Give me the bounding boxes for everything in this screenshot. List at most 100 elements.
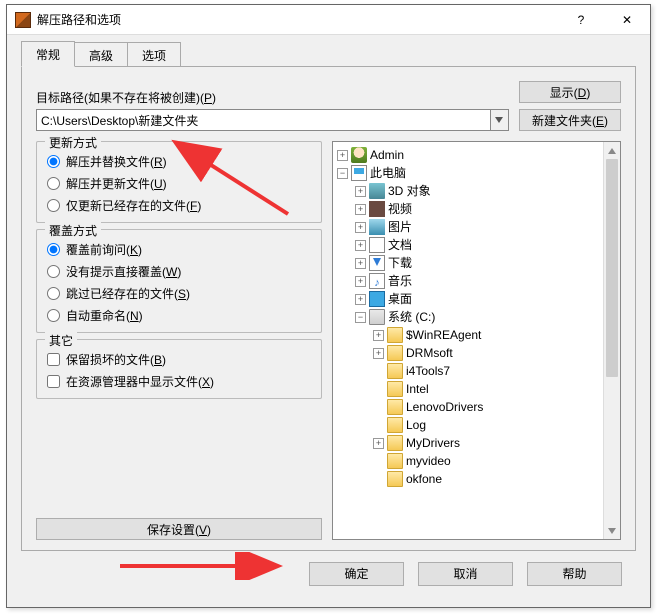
expand-icon[interactable]: + bbox=[337, 150, 348, 161]
label-extract-replace: 解压并替换文件(R) bbox=[66, 153, 167, 170]
tree-item[interactable]: 3D 对象 bbox=[388, 182, 431, 200]
pictures-icon bbox=[369, 219, 385, 235]
tree-item[interactable]: 桌面 bbox=[388, 290, 412, 308]
label-ask-before: 覆盖前询问(K) bbox=[66, 241, 142, 258]
expand-icon[interactable]: + bbox=[373, 348, 384, 359]
tree-item[interactable]: 音乐 bbox=[388, 272, 412, 290]
help-button[interactable]: ? bbox=[558, 5, 604, 35]
drive-icon bbox=[369, 309, 385, 325]
folder-icon bbox=[387, 381, 403, 397]
expand-icon[interactable]: + bbox=[355, 276, 366, 287]
tree-item[interactable]: DRMsoft bbox=[406, 344, 453, 362]
radio-auto-rename[interactable] bbox=[47, 309, 60, 322]
expand-icon[interactable]: + bbox=[355, 204, 366, 215]
destination-dropdown[interactable] bbox=[491, 109, 509, 131]
footer: 确定 取消 帮助 bbox=[21, 551, 636, 595]
overwrite-mode-group: 覆盖方式 覆盖前询问(K) 没有提示直接覆盖(W) 跳过已经存在的文件(S) 自… bbox=[36, 229, 322, 333]
folder-tree[interactable]: +Admin −此电脑 +3D 对象 +视频 +图片 +文档 +下载 +♪音乐 … bbox=[333, 142, 603, 539]
label-auto-rename: 自动重命名(N) bbox=[66, 307, 143, 324]
tree-item[interactable]: Admin bbox=[370, 146, 404, 164]
update-mode-group: 更新方式 解压并替换文件(R) 解压并更新文件(U) 仅更新已经存在的文件(F) bbox=[36, 141, 322, 223]
folder-icon bbox=[387, 399, 403, 415]
destination-combo bbox=[36, 109, 509, 131]
expand-icon[interactable]: + bbox=[373, 438, 384, 449]
destination-input[interactable] bbox=[36, 109, 491, 131]
folder-icon bbox=[387, 345, 403, 361]
radio-extract-replace[interactable] bbox=[47, 155, 60, 168]
expand-icon[interactable]: + bbox=[355, 294, 366, 305]
label-show-explorer: 在资源管理器中显示文件(X) bbox=[66, 373, 214, 390]
expand-icon[interactable]: + bbox=[355, 186, 366, 197]
new-folder-button[interactable]: 新建文件夹(E) bbox=[519, 109, 621, 131]
user-icon bbox=[351, 147, 367, 163]
radio-fresh-existing[interactable] bbox=[47, 199, 60, 212]
tab-panel-general: 目标路径(如果不存在将被创建)(P) 显示(D) 新建文件夹(E) bbox=[21, 66, 636, 551]
expand-icon[interactable]: + bbox=[355, 258, 366, 269]
tree-item[interactable]: 此电脑 bbox=[370, 164, 406, 182]
expand-icon[interactable]: + bbox=[355, 240, 366, 251]
scroll-down-icon[interactable] bbox=[604, 522, 620, 539]
misc-group: 其它 保留损坏的文件(B) 在资源管理器中显示文件(X) bbox=[36, 339, 322, 399]
tree-scrollbar[interactable] bbox=[603, 142, 620, 539]
ok-button[interactable]: 确定 bbox=[309, 562, 404, 586]
radio-overwrite-noprompt[interactable] bbox=[47, 265, 60, 278]
tree-item[interactable]: 系统 (C:) bbox=[388, 308, 435, 326]
save-settings-button[interactable]: 保存设置(V) bbox=[36, 518, 322, 540]
collapse-icon[interactable]: − bbox=[337, 168, 348, 179]
close-button[interactable]: ✕ bbox=[604, 5, 650, 35]
misc-title: 其它 bbox=[45, 332, 77, 349]
tree-item[interactable]: myvideo bbox=[406, 452, 451, 470]
collapse-icon[interactable]: − bbox=[355, 312, 366, 323]
tab-bar: 常规 高级 选项 bbox=[21, 43, 636, 67]
tree-item[interactable]: 视频 bbox=[388, 200, 412, 218]
documents-icon bbox=[369, 237, 385, 253]
this-pc-icon bbox=[351, 165, 367, 181]
tree-item[interactable]: LenovoDrivers bbox=[406, 398, 483, 416]
expand-icon[interactable]: + bbox=[355, 222, 366, 233]
folder-icon bbox=[387, 435, 403, 451]
tree-item[interactable]: 下载 bbox=[388, 254, 412, 272]
dialog-window: 解压路径和选项 ? ✕ 常规 高级 选项 目标路径(如果不存在将被创建)(P) bbox=[6, 4, 651, 608]
folder-icon bbox=[387, 363, 403, 379]
scroll-thumb[interactable] bbox=[606, 159, 618, 377]
radio-skip-existing[interactable] bbox=[47, 287, 60, 300]
check-show-explorer[interactable] bbox=[47, 375, 60, 388]
app-icon bbox=[15, 12, 31, 28]
tree-item[interactable]: i4Tools7 bbox=[406, 362, 450, 380]
check-keep-broken[interactable] bbox=[47, 353, 60, 366]
tree-item[interactable]: MyDrivers bbox=[406, 434, 460, 452]
tree-item[interactable]: Intel bbox=[406, 380, 429, 398]
chevron-down-icon bbox=[495, 117, 503, 123]
cancel-button[interactable]: 取消 bbox=[418, 562, 513, 586]
scroll-up-icon[interactable] bbox=[604, 142, 620, 159]
titlebar: 解压路径和选项 ? ✕ bbox=[7, 5, 650, 35]
folder-icon bbox=[387, 327, 403, 343]
tree-item[interactable]: okfone bbox=[406, 470, 442, 488]
expand-icon[interactable]: + bbox=[373, 330, 384, 341]
radio-ask-before[interactable] bbox=[47, 243, 60, 256]
folder-icon bbox=[387, 453, 403, 469]
label-overwrite-noprompt: 没有提示直接覆盖(W) bbox=[66, 263, 181, 280]
tab-options[interactable]: 选项 bbox=[128, 42, 181, 67]
show-button[interactable]: 显示(D) bbox=[519, 81, 621, 103]
desktop-icon bbox=[369, 291, 385, 307]
destination-label: 目标路径(如果不存在将被创建)(P) bbox=[36, 89, 509, 106]
tree-item[interactable]: 图片 bbox=[388, 218, 412, 236]
help-footer-button[interactable]: 帮助 bbox=[527, 562, 622, 586]
label-skip-existing: 跳过已经存在的文件(S) bbox=[66, 285, 190, 302]
radio-extract-update[interactable] bbox=[47, 177, 60, 190]
folder-icon bbox=[387, 471, 403, 487]
window-title: 解压路径和选项 bbox=[37, 11, 558, 28]
download-icon bbox=[369, 255, 385, 271]
3d-objects-icon bbox=[369, 183, 385, 199]
video-icon bbox=[369, 201, 385, 217]
tab-general[interactable]: 常规 bbox=[21, 41, 75, 67]
tree-item[interactable]: Log bbox=[406, 416, 426, 434]
folder-icon bbox=[387, 417, 403, 433]
tree-item[interactable]: $WinREAgent bbox=[406, 326, 481, 344]
label-extract-update: 解压并更新文件(U) bbox=[66, 175, 167, 192]
tab-advanced[interactable]: 高级 bbox=[75, 42, 128, 67]
tree-item[interactable]: 文档 bbox=[388, 236, 412, 254]
overwrite-mode-title: 覆盖方式 bbox=[45, 222, 101, 239]
update-mode-title: 更新方式 bbox=[45, 134, 101, 151]
